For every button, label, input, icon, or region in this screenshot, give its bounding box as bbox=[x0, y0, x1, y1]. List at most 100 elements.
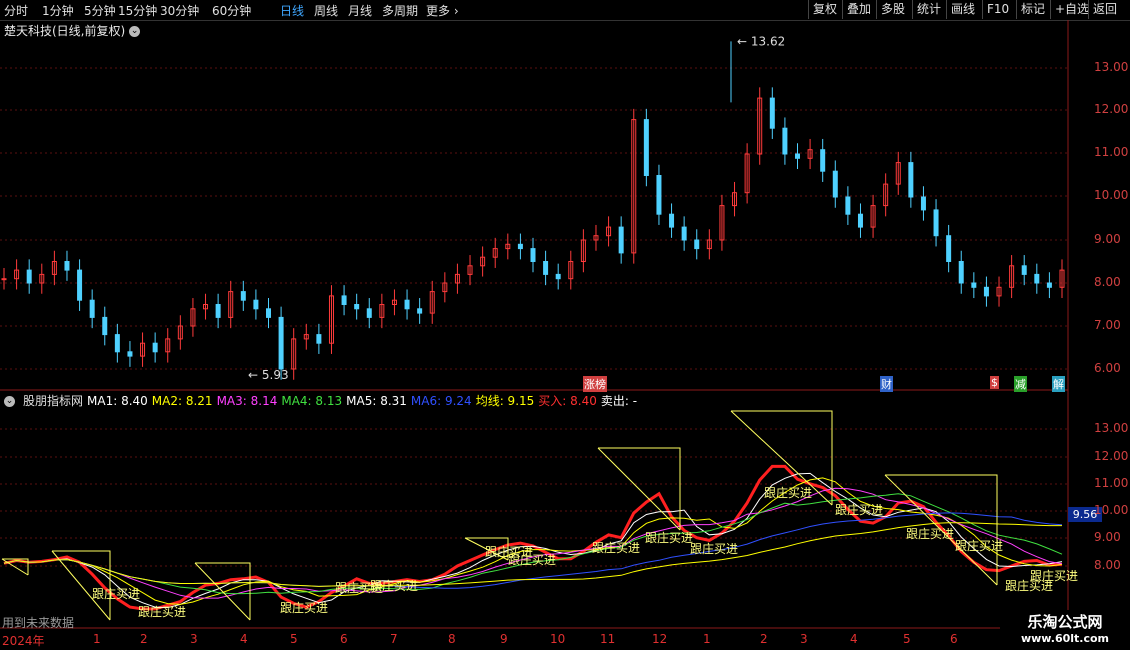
candle-body bbox=[920, 196, 926, 211]
candle-body bbox=[215, 304, 221, 318]
candle-body bbox=[417, 308, 423, 314]
month-label: 4 bbox=[850, 632, 858, 646]
candle-body bbox=[820, 149, 826, 172]
low-marker: ← 5.93 bbox=[248, 368, 289, 382]
indicator-value-8: 卖出: - bbox=[600, 394, 638, 408]
candle-body bbox=[933, 209, 939, 237]
event-tag[interactable]: 减 bbox=[1014, 376, 1027, 392]
month-label: 6 bbox=[950, 632, 958, 646]
month-label: 4 bbox=[240, 632, 248, 646]
indicator-value-5: MA6: 9.24 bbox=[410, 394, 472, 408]
price-chart: ← 13.62← 5.93跟庄买进跟庄买进 跟庄买进跟庄买进跟庄买进跟庄买进跟庄买… bbox=[0, 20, 1078, 640]
candle-body bbox=[845, 196, 851, 215]
month-label: 2 bbox=[760, 632, 768, 646]
indicator-name: 股朋指标网 bbox=[23, 394, 84, 408]
month-label: 5 bbox=[290, 632, 298, 646]
candle-body bbox=[958, 261, 964, 284]
indicator-value-7: 买入: 8.40 bbox=[538, 394, 597, 408]
candle-body bbox=[618, 226, 624, 254]
month-label: 3 bbox=[190, 632, 198, 646]
signal-label: 跟庄买进 bbox=[508, 552, 556, 567]
price-axis-label: 9.00 bbox=[1094, 232, 1121, 246]
candle-body bbox=[278, 316, 284, 370]
signal-label: 跟庄买进 bbox=[1030, 568, 1078, 583]
signal-label: 跟庄买进 bbox=[955, 538, 1003, 553]
candle-body bbox=[832, 170, 838, 198]
candle-body bbox=[114, 334, 120, 353]
signal-diagonal bbox=[597, 447, 681, 531]
candle-body bbox=[64, 261, 70, 271]
price-axis-label: 8.00 bbox=[1094, 275, 1121, 289]
high-marker: ← 13.62 bbox=[737, 34, 785, 48]
indicator-value-6: 均线: 9.15 bbox=[475, 394, 535, 408]
indicator-axis-label: 10.00 bbox=[1094, 503, 1129, 517]
month-label: 3 bbox=[800, 632, 808, 646]
candle-body bbox=[795, 153, 800, 159]
indicator-value-2: MA3: 8.14 bbox=[216, 394, 278, 408]
event-tag[interactable]: $ bbox=[990, 376, 999, 389]
candle-body bbox=[694, 239, 700, 250]
indicator-value-4: MA5: 8.31 bbox=[346, 394, 407, 408]
month-label: 1 bbox=[93, 632, 101, 646]
candle-body bbox=[127, 351, 133, 357]
event-tag[interactable]: 解 bbox=[1052, 376, 1065, 392]
footnote: 用到未来数据 bbox=[2, 616, 75, 630]
candle-body bbox=[517, 243, 523, 250]
signal-label: 跟庄买进 bbox=[690, 541, 738, 556]
site-logo: 乐淘公式网 www.60lt.com bbox=[1000, 610, 1130, 650]
event-tag[interactable]: 财 bbox=[880, 376, 893, 392]
candle-body bbox=[656, 175, 662, 215]
signal-label: 跟庄买进 bbox=[280, 600, 328, 615]
signal-label: 跟庄买进 bbox=[906, 526, 954, 541]
month-label: 8 bbox=[448, 632, 456, 646]
dropdown-icon[interactable]: ⌄ bbox=[129, 26, 141, 37]
indicator-value-1: MA2: 8.21 bbox=[151, 394, 213, 408]
candle-body bbox=[1, 278, 7, 281]
candle-body bbox=[240, 291, 246, 301]
indicator-axis-label: 13.00 bbox=[1094, 421, 1129, 435]
month-label: 9 bbox=[500, 632, 508, 646]
candle-body bbox=[681, 226, 687, 241]
candle-body bbox=[341, 295, 347, 305]
candle-body bbox=[266, 308, 271, 318]
buy-line bbox=[3, 464, 1063, 611]
candle-body bbox=[543, 261, 549, 275]
indicator-axis-label: 11.00 bbox=[1094, 476, 1129, 490]
indicator-axis-label: 8.00 bbox=[1094, 558, 1121, 572]
candle-body bbox=[253, 299, 259, 310]
indicator-menu-icon[interactable]: ⌄ bbox=[4, 396, 15, 407]
indicator-value-0: MA1: 8.40 bbox=[87, 394, 148, 408]
event-tag[interactable]: 涨榜 bbox=[583, 376, 607, 392]
candle-body bbox=[769, 97, 775, 129]
indicator-axis-label: 12.00 bbox=[1094, 449, 1129, 463]
candle-body bbox=[404, 299, 410, 310]
candle-body bbox=[946, 235, 952, 262]
candle-body bbox=[1021, 265, 1027, 275]
candle-body bbox=[152, 342, 158, 353]
candle-body bbox=[1034, 273, 1040, 284]
signal-diagonal bbox=[194, 562, 251, 621]
month-label: 6 bbox=[340, 632, 348, 646]
signal-label: 跟庄买进 bbox=[764, 485, 812, 500]
month-label: 1 bbox=[703, 632, 711, 646]
month-label: 12 bbox=[652, 632, 668, 646]
candle-body bbox=[1046, 282, 1052, 288]
candle-body bbox=[26, 269, 32, 284]
price-axis-label: 7.00 bbox=[1094, 318, 1121, 332]
candle-body bbox=[908, 162, 914, 198]
candle-body bbox=[316, 334, 322, 344]
indicator-axis-label: 9.00 bbox=[1094, 530, 1121, 544]
candle-body bbox=[530, 248, 536, 263]
signal-label: 跟庄买进 bbox=[835, 502, 883, 517]
candle-body bbox=[354, 304, 360, 310]
price-axis-label: 13.00 bbox=[1094, 60, 1129, 74]
signal-label: 跟庄买进 bbox=[138, 604, 186, 619]
candle-body bbox=[102, 316, 108, 336]
signal-label: 跟庄买进 bbox=[370, 578, 418, 593]
candle-body bbox=[857, 213, 863, 228]
price-axis-label: 6.00 bbox=[1094, 361, 1121, 375]
ma2-line bbox=[3, 477, 1063, 605]
year-label: 2024年 bbox=[2, 634, 45, 648]
indicator-value-3: MA4: 8.13 bbox=[281, 394, 343, 408]
month-label: 2 bbox=[140, 632, 148, 646]
